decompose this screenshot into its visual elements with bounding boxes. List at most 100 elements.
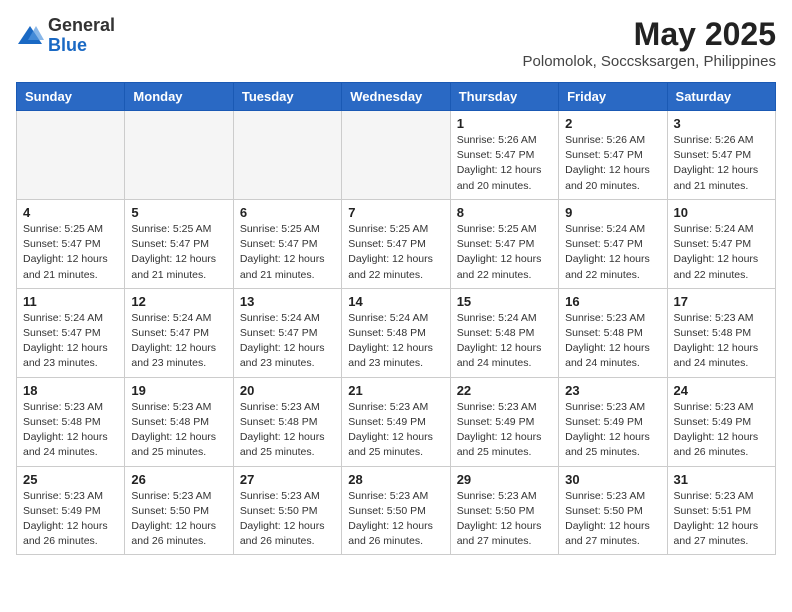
day-info: Sunrise: 5:23 AM Sunset: 5:48 PM Dayligh… — [23, 400, 118, 461]
day-cell: 12 Sunrise: 5:24 AM Sunset: 5:47 PM Dayli… — [125, 288, 233, 377]
day-info: Sunrise: 5:23 AM Sunset: 5:48 PM Dayligh… — [131, 400, 226, 461]
day-cell — [233, 111, 341, 200]
logo-text: General Blue — [48, 16, 115, 56]
day-info: Sunrise: 5:25 AM Sunset: 5:47 PM Dayligh… — [23, 222, 118, 283]
day-cell: 16 Sunrise: 5:23 AM Sunset: 5:48 PM Dayli… — [559, 288, 667, 377]
day-info: Sunrise: 5:24 AM Sunset: 5:47 PM Dayligh… — [674, 222, 769, 283]
day-info: Sunrise: 5:24 AM Sunset: 5:48 PM Dayligh… — [457, 311, 552, 372]
week-row-3: 11 Sunrise: 5:24 AM Sunset: 5:47 PM Dayli… — [17, 288, 776, 377]
day-cell: 24 Sunrise: 5:23 AM Sunset: 5:49 PM Dayli… — [667, 377, 775, 466]
day-cell — [17, 111, 125, 200]
day-info: Sunrise: 5:26 AM Sunset: 5:47 PM Dayligh… — [457, 133, 552, 194]
day-cell: 8Sunrise: 5:25 AM Sunset: 5:47 PM Daylig… — [450, 199, 558, 288]
day-info: Sunrise: 5:26 AM Sunset: 5:47 PM Dayligh… — [565, 133, 660, 194]
day-cell: 4Sunrise: 5:25 AM Sunset: 5:47 PM Daylig… — [17, 199, 125, 288]
day-info: Sunrise: 5:23 AM Sunset: 5:49 PM Dayligh… — [457, 400, 552, 461]
day-info: Sunrise: 5:23 AM Sunset: 5:49 PM Dayligh… — [565, 400, 660, 461]
day-cell — [125, 111, 233, 200]
day-cell: 21Sunrise: 5:23 AM Sunset: 5:49 PM Dayli… — [342, 377, 450, 466]
day-number: 10 — [674, 205, 769, 220]
day-info: Sunrise: 5:23 AM Sunset: 5:48 PM Dayligh… — [565, 311, 660, 372]
day-number: 22 — [457, 383, 552, 398]
day-cell: 1 Sunrise: 5:26 AM Sunset: 5:47 PM Daylig… — [450, 111, 558, 200]
day-cell: 25Sunrise: 5:23 AM Sunset: 5:49 PM Dayli… — [17, 466, 125, 555]
day-cell: 23 Sunrise: 5:23 AM Sunset: 5:49 PM Dayli… — [559, 377, 667, 466]
header-wednesday: Wednesday — [342, 83, 450, 111]
day-cell: 6Sunrise: 5:25 AM Sunset: 5:47 PM Daylig… — [233, 199, 341, 288]
day-number: 7 — [348, 205, 443, 220]
day-info: Sunrise: 5:24 AM Sunset: 5:48 PM Dayligh… — [348, 311, 443, 372]
day-cell: 19 Sunrise: 5:23 AM Sunset: 5:48 PM Dayli… — [125, 377, 233, 466]
day-info: Sunrise: 5:23 AM Sunset: 5:48 PM Dayligh… — [674, 311, 769, 372]
day-cell: 11 Sunrise: 5:24 AM Sunset: 5:47 PM Dayli… — [17, 288, 125, 377]
day-number: 16 — [565, 294, 660, 309]
day-number: 1 — [457, 116, 552, 131]
day-info: Sunrise: 5:23 AM Sunset: 5:50 PM Dayligh… — [348, 489, 443, 550]
day-number: 25 — [23, 472, 118, 487]
location-title: Polomolok, Soccsksargen, Philippines — [523, 53, 776, 70]
day-cell: 28 Sunrise: 5:23 AM Sunset: 5:50 PM Dayli… — [342, 466, 450, 555]
day-number: 3 — [674, 116, 769, 131]
day-number: 15 — [457, 294, 552, 309]
day-number: 29 — [457, 472, 552, 487]
title-area: May 2025 Polomolok, Soccsksargen, Philip… — [523, 16, 776, 70]
day-cell — [342, 111, 450, 200]
day-cell: 27Sunrise: 5:23 AM Sunset: 5:50 PM Dayli… — [233, 466, 341, 555]
week-row-1: 1 Sunrise: 5:26 AM Sunset: 5:47 PM Daylig… — [17, 111, 776, 200]
day-cell: 14 Sunrise: 5:24 AM Sunset: 5:48 PM Dayli… — [342, 288, 450, 377]
week-row-4: 18 Sunrise: 5:23 AM Sunset: 5:48 PM Dayli… — [17, 377, 776, 466]
logo-blue: Blue — [48, 36, 115, 56]
day-number: 9 — [565, 205, 660, 220]
day-info: Sunrise: 5:26 AM Sunset: 5:47 PM Dayligh… — [674, 133, 769, 194]
month-title: May 2025 — [523, 16, 776, 53]
week-row-2: 4Sunrise: 5:25 AM Sunset: 5:47 PM Daylig… — [17, 199, 776, 288]
header-sunday: Sunday — [17, 83, 125, 111]
day-cell: 2 Sunrise: 5:26 AM Sunset: 5:47 PM Daylig… — [559, 111, 667, 200]
day-cell: 10 Sunrise: 5:24 AM Sunset: 5:47 PM Dayli… — [667, 199, 775, 288]
day-info: Sunrise: 5:23 AM Sunset: 5:51 PM Dayligh… — [674, 489, 769, 550]
day-cell: 5Sunrise: 5:25 AM Sunset: 5:47 PM Daylig… — [125, 199, 233, 288]
logo: General Blue — [16, 16, 115, 56]
day-number: 24 — [674, 383, 769, 398]
calendar-table: SundayMondayTuesdayWednesdayThursdayFrid… — [16, 82, 776, 555]
day-cell: 29 Sunrise: 5:23 AM Sunset: 5:50 PM Dayli… — [450, 466, 558, 555]
day-info: Sunrise: 5:24 AM Sunset: 5:47 PM Dayligh… — [565, 222, 660, 283]
day-number: 28 — [348, 472, 443, 487]
day-number: 8 — [457, 205, 552, 220]
day-info: Sunrise: 5:23 AM Sunset: 5:48 PM Dayligh… — [240, 400, 335, 461]
day-number: 6 — [240, 205, 335, 220]
day-number: 17 — [674, 294, 769, 309]
day-number: 5 — [131, 205, 226, 220]
header: General Blue May 2025 Polomolok, Soccsks… — [16, 16, 776, 70]
day-cell: 26Sunrise: 5:23 AM Sunset: 5:50 PM Dayli… — [125, 466, 233, 555]
day-cell: 13Sunrise: 5:24 AM Sunset: 5:47 PM Dayli… — [233, 288, 341, 377]
day-info: Sunrise: 5:25 AM Sunset: 5:47 PM Dayligh… — [348, 222, 443, 283]
day-number: 19 — [131, 383, 226, 398]
day-number: 18 — [23, 383, 118, 398]
day-cell: 20 Sunrise: 5:23 AM Sunset: 5:48 PM Dayli… — [233, 377, 341, 466]
day-info: Sunrise: 5:24 AM Sunset: 5:47 PM Dayligh… — [131, 311, 226, 372]
day-number: 12 — [131, 294, 226, 309]
day-number: 13 — [240, 294, 335, 309]
day-number: 20 — [240, 383, 335, 398]
day-cell: 30 Sunrise: 5:23 AM Sunset: 5:50 PM Dayli… — [559, 466, 667, 555]
header-tuesday: Tuesday — [233, 83, 341, 111]
header-saturday: Saturday — [667, 83, 775, 111]
day-number: 30 — [565, 472, 660, 487]
day-cell: 31Sunrise: 5:23 AM Sunset: 5:51 PM Dayli… — [667, 466, 775, 555]
day-number: 2 — [565, 116, 660, 131]
day-number: 11 — [23, 294, 118, 309]
day-number: 14 — [348, 294, 443, 309]
day-info: Sunrise: 5:24 AM Sunset: 5:47 PM Dayligh… — [23, 311, 118, 372]
day-info: Sunrise: 5:23 AM Sunset: 5:49 PM Dayligh… — [674, 400, 769, 461]
day-number: 23 — [565, 383, 660, 398]
days-header-row: SundayMondayTuesdayWednesdayThursdayFrid… — [17, 83, 776, 111]
day-number: 21 — [348, 383, 443, 398]
day-info: Sunrise: 5:23 AM Sunset: 5:50 PM Dayligh… — [457, 489, 552, 550]
logo-icon — [16, 22, 44, 50]
day-info: Sunrise: 5:23 AM Sunset: 5:50 PM Dayligh… — [565, 489, 660, 550]
header-friday: Friday — [559, 83, 667, 111]
day-number: 26 — [131, 472, 226, 487]
day-cell: 18 Sunrise: 5:23 AM Sunset: 5:48 PM Dayli… — [17, 377, 125, 466]
day-cell: 9 Sunrise: 5:24 AM Sunset: 5:47 PM Daylig… — [559, 199, 667, 288]
